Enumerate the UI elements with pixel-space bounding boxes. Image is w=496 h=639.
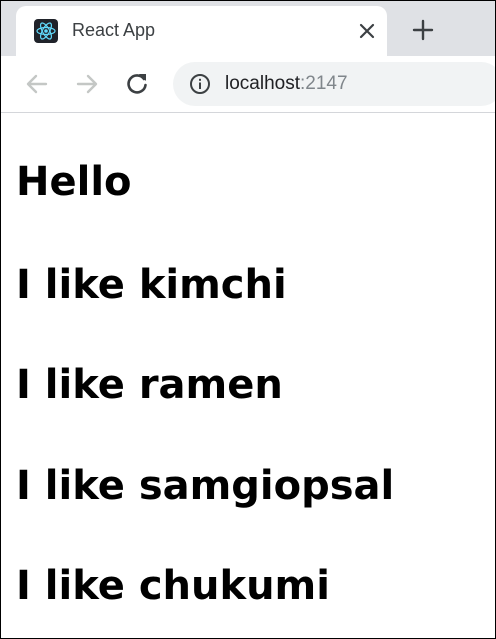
tab-strip: React App [1, 1, 495, 56]
reload-icon[interactable] [123, 70, 151, 98]
tab-react-app[interactable]: React App [16, 6, 387, 56]
browser-toolbar: localhost:2147 [1, 56, 495, 113]
food-heading-1: I like kimchi [16, 262, 287, 308]
arrow-right-icon[interactable] [73, 70, 101, 98]
page-content: Hello I like kimchi I like ramen I like … [1, 113, 495, 638]
info-icon[interactable] [189, 73, 211, 95]
page-heading-hello: Hello [16, 159, 132, 205]
food-heading-2: I like ramen [16, 362, 283, 408]
food-heading-4: I like chukumi [16, 563, 330, 609]
tab-title: React App [72, 20, 156, 40]
browser-window: React App localhost:2147 Hello I like ki… [0, 0, 496, 639]
url-host: localhost [225, 73, 300, 94]
arrow-left-icon[interactable] [23, 70, 51, 98]
address-bar[interactable]: localhost:2147 [173, 62, 495, 106]
url-text: localhost:2147 [225, 72, 348, 96]
react-logo-icon [34, 19, 58, 43]
plus-icon[interactable] [409, 16, 437, 44]
food-heading-3: I like samgiopsal [16, 463, 395, 509]
url-port: :2147 [300, 73, 348, 94]
close-icon[interactable] [355, 19, 379, 43]
